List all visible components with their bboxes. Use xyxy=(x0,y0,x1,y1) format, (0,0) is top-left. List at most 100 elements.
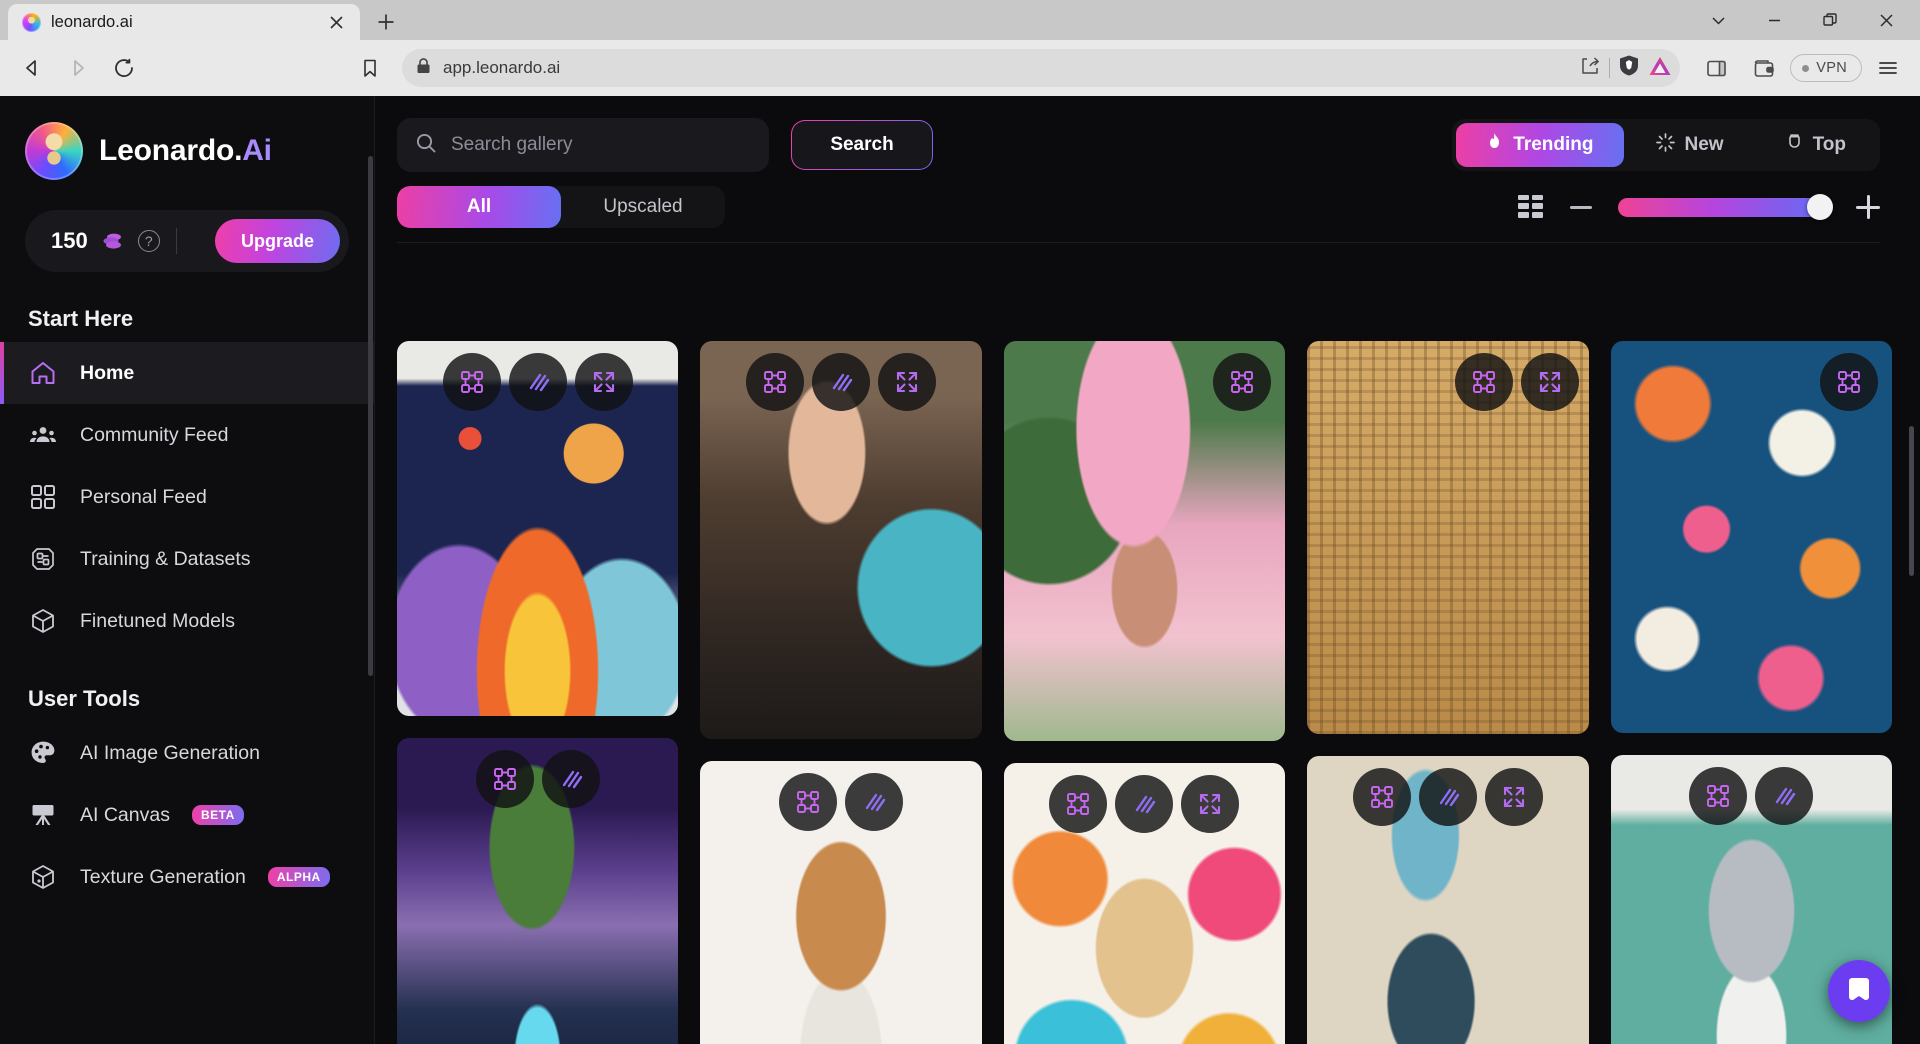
motion-icon[interactable] xyxy=(508,353,567,411)
sidebar-scrollbar[interactable] xyxy=(368,156,373,676)
sidebar-item-label: Finetuned Models xyxy=(80,609,236,632)
sidebar-item-ai-image-generation[interactable]: AI Image Generation xyxy=(0,722,374,784)
vpn-status-dot xyxy=(1802,64,1810,72)
card-colorful-lion[interactable] xyxy=(1003,763,1286,1044)
sidebar-item-home[interactable]: Home xyxy=(0,342,374,404)
close-window-icon[interactable] xyxy=(1858,0,1914,40)
tab-all[interactable]: All xyxy=(397,186,561,228)
expand-icon[interactable] xyxy=(1520,353,1579,411)
new-tab-button[interactable] xyxy=(366,4,406,40)
remix-icon[interactable] xyxy=(779,773,838,831)
remix-icon[interactable] xyxy=(746,353,805,411)
remix-icon[interactable] xyxy=(1454,353,1513,411)
browser-tab[interactable]: leonardo.ai xyxy=(8,4,360,40)
remix-icon[interactable] xyxy=(1689,767,1748,825)
brave-rewards-icon[interactable] xyxy=(1648,55,1672,82)
restore-icon[interactable] xyxy=(1802,0,1858,40)
motion-icon[interactable] xyxy=(845,773,904,831)
back-icon[interactable] xyxy=(10,46,54,90)
card-pink-hair-fairy[interactable] xyxy=(1003,341,1286,741)
card-actions xyxy=(1307,353,1588,411)
card-actions xyxy=(397,750,678,808)
search-button[interactable]: Search xyxy=(791,120,933,170)
card-floral-pattern[interactable] xyxy=(1610,341,1892,733)
remix-icon[interactable] xyxy=(1819,353,1878,411)
card-actions xyxy=(1611,767,1892,825)
search-box[interactable] xyxy=(397,118,769,172)
tab-new[interactable]: New xyxy=(1626,123,1754,167)
motion-icon[interactable] xyxy=(1115,775,1174,833)
card-actions xyxy=(1004,775,1285,833)
brave-shields-icon[interactable] xyxy=(1618,54,1640,82)
wallet-icon[interactable] xyxy=(1742,46,1786,90)
card-cosmic-tree[interactable] xyxy=(397,738,679,1044)
help-icon[interactable]: ? xyxy=(137,230,160,252)
motion-icon[interactable] xyxy=(812,353,871,411)
expand-icon[interactable] xyxy=(1181,775,1240,833)
card-portrait-woman[interactable] xyxy=(700,341,982,739)
tab-title: leonardo.ai xyxy=(51,12,133,31)
card-blue-hair-mage[interactable] xyxy=(1307,756,1589,1044)
zoom-slider[interactable] xyxy=(1618,194,1833,220)
card-chihuahua-dog[interactable] xyxy=(700,761,982,1044)
hamburger-menu-icon[interactable] xyxy=(1866,46,1910,90)
forward-icon[interactable] xyxy=(56,46,100,90)
brand-title: Leonardo.Ai xyxy=(99,134,272,168)
cube-icon xyxy=(28,606,58,636)
minimize-icon[interactable] xyxy=(1746,0,1802,40)
toolbar-row-filters: All Upscaled xyxy=(397,186,1880,243)
upgrade-button[interactable]: Upgrade xyxy=(214,219,340,263)
leonardo-app: Leonardo.Ai 150 ? Upgrade Start Here Hom… xyxy=(0,96,1920,1044)
motion-icon[interactable] xyxy=(541,750,600,808)
search-input[interactable] xyxy=(451,134,751,156)
sidebar-item-training-datasets[interactable]: Training & Datasets xyxy=(0,528,374,590)
close-icon[interactable] xyxy=(324,10,348,34)
grid-layout-icon[interactable] xyxy=(1518,195,1544,219)
tab-label: Trending xyxy=(1513,134,1594,155)
remix-icon[interactable] xyxy=(442,353,501,411)
sidebar-item-community-feed[interactable]: Community Feed xyxy=(0,404,374,466)
expand-icon[interactable] xyxy=(1484,768,1543,826)
remix-icon[interactable] xyxy=(1352,768,1411,826)
tab-label: New xyxy=(1684,134,1724,155)
address-bar[interactable]: app.leonardo.ai xyxy=(402,49,1681,87)
tab-strip: leonardo.ai xyxy=(0,0,1920,40)
vpn-toggle[interactable]: VPN xyxy=(1790,54,1862,82)
credits-amount: 150 xyxy=(51,228,88,253)
divider xyxy=(175,228,177,254)
plus-icon[interactable] xyxy=(1856,195,1880,219)
sidebar-item-personal-feed[interactable]: Personal Feed xyxy=(0,466,374,528)
tab-upscaled[interactable]: Upscaled xyxy=(561,186,725,228)
sidebar-item-label: Training & Datasets xyxy=(80,547,251,570)
tab-trending[interactable]: Trending xyxy=(1456,123,1624,167)
share-icon[interactable] xyxy=(1579,55,1601,82)
sidebar-panel-icon[interactable] xyxy=(1694,46,1738,90)
flame-icon xyxy=(1486,132,1503,158)
omnibox-actions xyxy=(1579,49,1672,87)
gallery-scrollbar[interactable] xyxy=(1909,426,1914,576)
motion-icon[interactable] xyxy=(1418,768,1477,826)
brand[interactable]: Leonardo.Ai xyxy=(0,96,374,180)
card-egyptian-papyrus[interactable] xyxy=(1307,341,1589,734)
sidebar-item-ai-canvas[interactable]: AI Canvas BETA xyxy=(0,784,374,846)
bookmark-icon[interactable] xyxy=(348,46,392,90)
expand-icon[interactable] xyxy=(574,353,633,411)
lock-icon xyxy=(416,57,431,79)
card-actions xyxy=(1611,353,1892,411)
home-icon xyxy=(28,358,58,388)
zoom-slider-thumb[interactable] xyxy=(1807,194,1833,220)
card-rocket-launch[interactable] xyxy=(397,341,679,716)
easel-icon xyxy=(28,800,58,830)
expand-icon[interactable] xyxy=(878,353,937,411)
sidebar-item-texture-generation[interactable]: Texture Generation ALPHA xyxy=(0,846,374,908)
remix-icon[interactable] xyxy=(1213,353,1272,411)
chevron-down-icon[interactable] xyxy=(1690,0,1746,40)
remix-icon[interactable] xyxy=(475,750,534,808)
motion-icon[interactable] xyxy=(1755,767,1814,825)
minus-icon[interactable] xyxy=(1570,205,1592,209)
chat-widget-button[interactable] xyxy=(1828,960,1890,1022)
reload-icon[interactable] xyxy=(102,46,146,90)
remix-icon[interactable] xyxy=(1049,775,1108,833)
sidebar-item-finetuned-models[interactable]: Finetuned Models xyxy=(0,590,374,652)
tab-top[interactable]: Top xyxy=(1756,123,1876,167)
